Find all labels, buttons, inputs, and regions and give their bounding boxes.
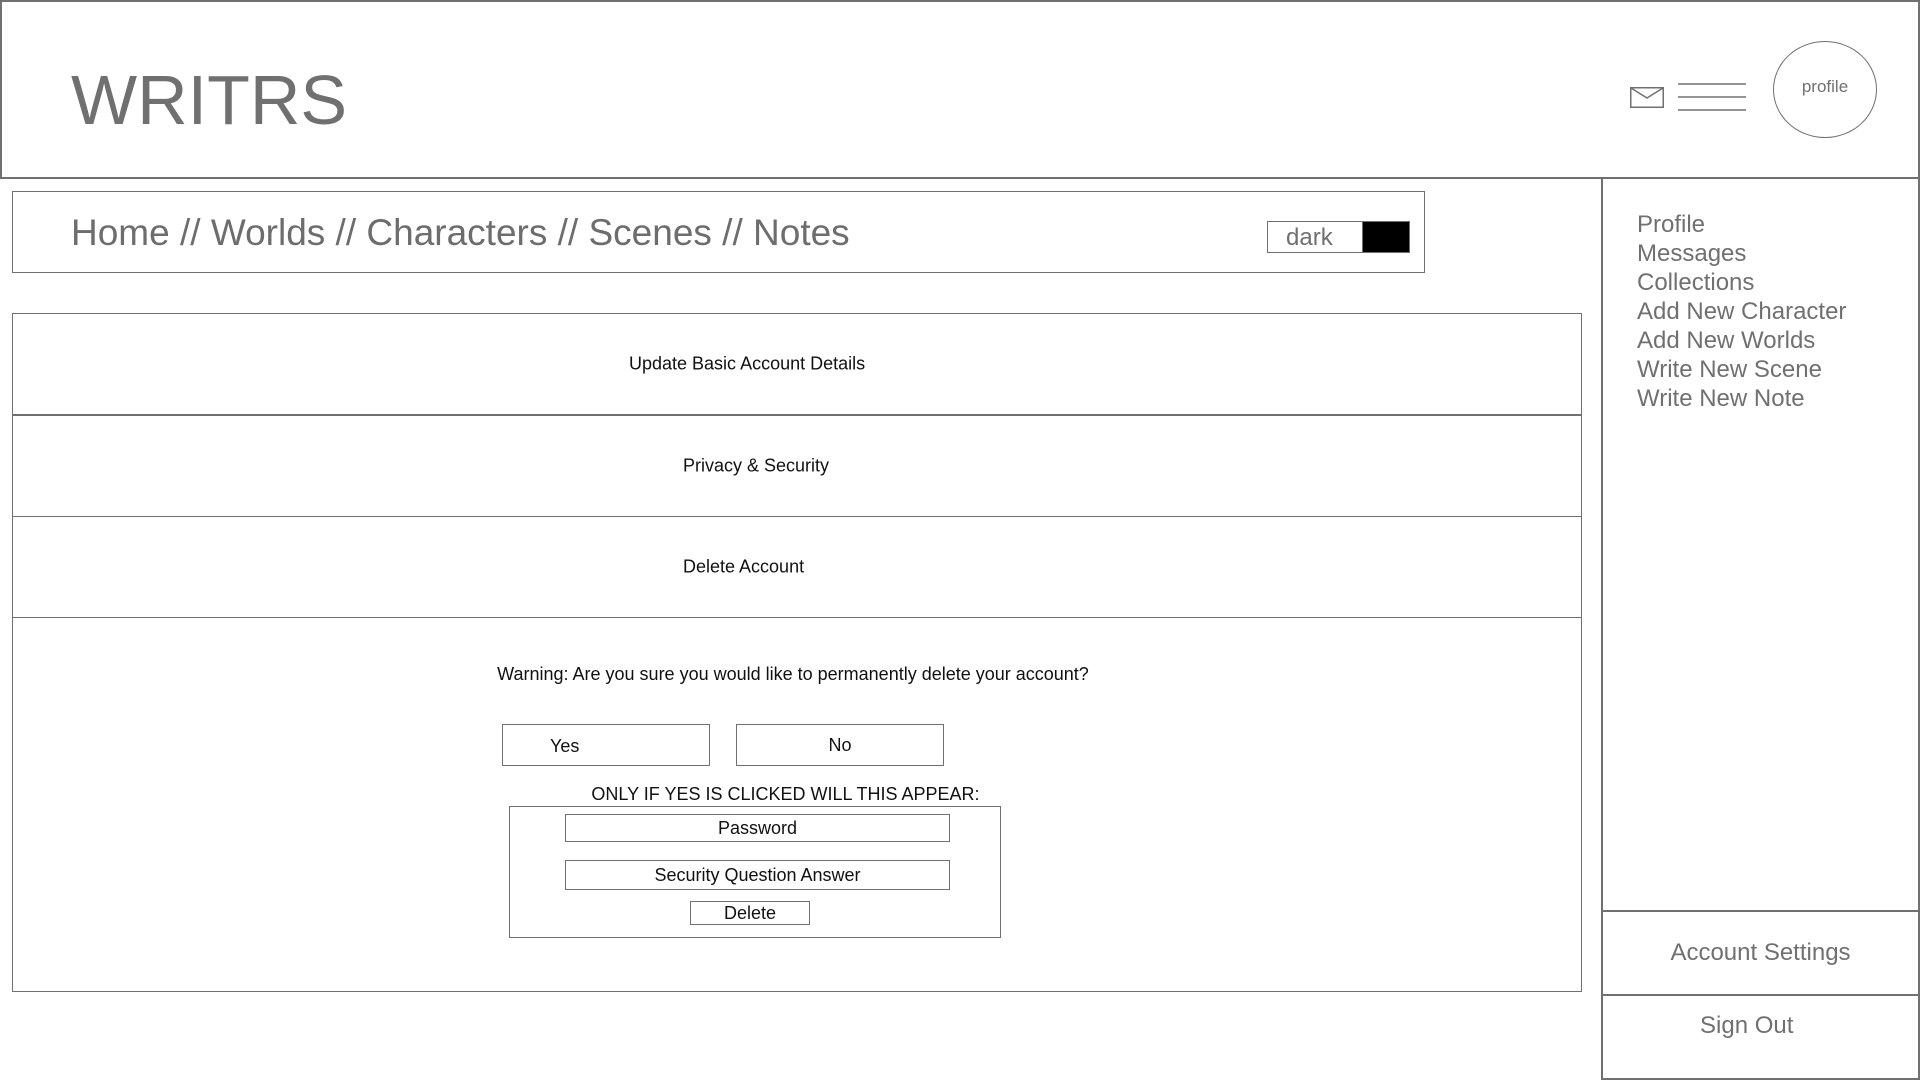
sidebar-item-write-new-scene[interactable]: Write New Scene bbox=[1637, 355, 1846, 384]
dark-mode-label: dark bbox=[1286, 224, 1333, 251]
sidebar-item-write-new-note[interactable]: Write New Note bbox=[1637, 384, 1846, 413]
sign-out-label: Sign Out bbox=[1700, 1012, 1794, 1039]
password-field[interactable] bbox=[565, 814, 950, 842]
delete-warning-text: Warning: Are you sure you would like to … bbox=[497, 664, 1089, 684]
breadcrumb-scenes[interactable]: Scenes bbox=[588, 212, 711, 253]
sidebar-item-collections[interactable]: Collections bbox=[1637, 268, 1846, 297]
account-settings-panel: Update Basic Account Details Privacy & S… bbox=[12, 313, 1582, 992]
settings-row-update-details[interactable]: Update Basic Account Details bbox=[13, 314, 1581, 416]
security-answer-field[interactable] bbox=[565, 860, 950, 890]
breadcrumb-notes[interactable]: Notes bbox=[753, 212, 850, 253]
sidebar-item-add-new-worlds[interactable]: Add New Worlds bbox=[1637, 326, 1846, 355]
dark-mode-toggle[interactable]: dark bbox=[1267, 221, 1410, 253]
breadcrumb-separator: // bbox=[325, 212, 367, 253]
sidebar-item-profile[interactable]: Profile bbox=[1637, 210, 1846, 239]
yes-button-label: Yes bbox=[550, 736, 580, 756]
account-settings-button[interactable]: Account Settings bbox=[1601, 910, 1920, 996]
sidebar-item-messages[interactable]: Messages bbox=[1637, 239, 1846, 268]
breadcrumb-home[interactable]: Home bbox=[71, 212, 170, 253]
breadcrumb: Home // Worlds // Characters // Scenes /… bbox=[71, 211, 850, 255]
delete-confirmation-box: Delete bbox=[509, 806, 1001, 938]
settings-row-privacy-security[interactable]: Privacy & Security bbox=[13, 416, 1581, 517]
settings-row-delete-account[interactable]: Delete Account bbox=[13, 517, 1581, 618]
app-logo[interactable]: WRITRS bbox=[71, 60, 347, 140]
settings-row-label: Privacy & Security bbox=[683, 455, 830, 476]
sidebar-nav: Profile Messages Collections Add New Cha… bbox=[1637, 210, 1846, 413]
conditional-note: ONLY IF YES IS CLICKED WILL THIS APPEAR: bbox=[591, 784, 980, 804]
breadcrumb-characters[interactable]: Characters bbox=[366, 212, 547, 253]
no-button[interactable]: No bbox=[736, 724, 944, 766]
mail-icon[interactable] bbox=[1630, 87, 1664, 108]
sign-out-button[interactable]: Sign Out bbox=[1601, 994, 1920, 1080]
settings-row-label: Delete Account bbox=[683, 556, 805, 577]
profile-avatar-label: profile bbox=[1801, 77, 1849, 96]
breadcrumb-separator: // bbox=[547, 212, 589, 253]
yes-button[interactable]: Yes bbox=[502, 724, 710, 766]
profile-avatar[interactable]: profile bbox=[1773, 41, 1877, 138]
delete-button[interactable]: Delete bbox=[690, 901, 810, 925]
breadcrumb-worlds[interactable]: Worlds bbox=[211, 212, 325, 253]
sidebar-item-add-new-character[interactable]: Add New Character bbox=[1637, 297, 1846, 326]
settings-row-label: Update Basic Account Details bbox=[629, 353, 866, 374]
breadcrumb-separator: // bbox=[169, 212, 211, 253]
toggle-knob bbox=[1362, 222, 1409, 252]
hamburger-menu-icon[interactable] bbox=[1678, 83, 1746, 111]
breadcrumb-separator: // bbox=[711, 212, 754, 253]
